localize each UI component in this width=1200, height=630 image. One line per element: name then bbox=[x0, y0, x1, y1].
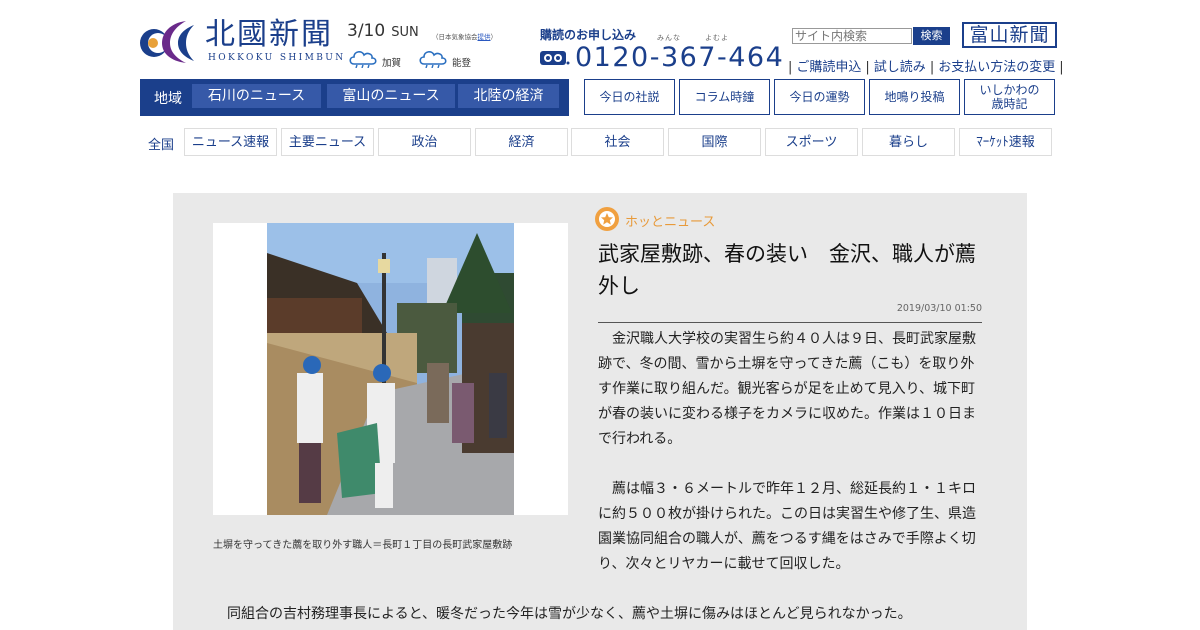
weather-source-link[interactable]: 提供 bbox=[478, 33, 491, 41]
editorial-link[interactable]: 今日の社説 bbox=[584, 79, 675, 115]
rain-cloud-icon bbox=[419, 51, 447, 68]
subscribe-link[interactable]: ご購読申込 bbox=[796, 60, 861, 75]
ishikawa-calendar-link[interactable]: いしかわの 歳時記 bbox=[964, 79, 1055, 115]
category-national[interactable]: 全国 bbox=[148, 134, 174, 153]
article-timestamp: 2019/03/10 01:50 bbox=[896, 303, 982, 314]
tab-toyama-news[interactable]: 富山のニュース bbox=[327, 84, 455, 108]
search-button[interactable]: 検索 bbox=[913, 27, 950, 45]
region-label: 地域 bbox=[154, 91, 182, 107]
star-badge-icon bbox=[595, 207, 619, 231]
weather-region-label: 能登 bbox=[452, 58, 472, 69]
payment-change-link[interactable]: お支払い方法の変更 bbox=[938, 60, 1055, 75]
utility-links: | ご購読申込 | 試し読み | お支払い方法の変更 | bbox=[788, 60, 1064, 75]
category-society[interactable]: 社会 bbox=[571, 128, 664, 156]
subscribe-heading: 購読のお申し込み bbox=[540, 28, 637, 42]
tab-ishikawa-news[interactable]: 石川のニュース bbox=[192, 84, 321, 108]
section-label[interactable]: ホッとニュース bbox=[625, 211, 715, 230]
horoscope-link[interactable]: 今日の運勢 bbox=[774, 79, 865, 115]
category-living[interactable]: 暮らし bbox=[862, 128, 955, 156]
article-body: 金沢職人大学校の実習生ら約４０人は９日、長町武家屋敷跡で、冬の間、雪から土塀を守… bbox=[598, 327, 984, 577]
logo-subtitle: HOKKOKU SHIMBUN bbox=[208, 53, 346, 63]
current-date: 3/10 SUN bbox=[347, 21, 419, 41]
hokkoku-logo-icon[interactable] bbox=[140, 17, 196, 65]
article-paragraph: 同組合の吉村務理事長によると、暖冬だった今年は雪が少なく、薦や土塀に傷みはほとん… bbox=[227, 606, 912, 622]
category-main-news[interactable]: 主要ニュース bbox=[281, 128, 374, 156]
article-paragraph: 金沢職人大学校の実習生ら約４０人は９日、長町武家屋敷跡で、冬の間、雪から土塀を守… bbox=[598, 331, 976, 447]
photo-caption: 土塀を守ってきた薦を取り外す職人＝長町１丁目の長町武家屋敷跡 bbox=[213, 540, 513, 551]
trial-read-link[interactable]: 試し読み bbox=[874, 60, 926, 75]
headline-divider bbox=[598, 322, 982, 323]
weather-source-note: （日本気象協会提供） bbox=[432, 31, 497, 41]
article-paragraph: 薦は幅３・６メートルで昨年１２月、総延長約１・１キロに約５００枚が掛けられた。こ… bbox=[598, 481, 976, 572]
weather-source-suffix: ） bbox=[490, 33, 498, 41]
weather-source-prefix: （日本気象協会 bbox=[432, 33, 478, 41]
site-search-input[interactable] bbox=[792, 28, 912, 44]
weather-noto[interactable]: 能登 bbox=[418, 48, 478, 69]
rain-cloud-icon bbox=[349, 51, 377, 68]
column-jisho-link[interactable]: コラム時鐘 bbox=[679, 79, 770, 115]
weekday: SUN bbox=[391, 25, 419, 40]
category-sports[interactable]: スポーツ bbox=[765, 128, 858, 156]
weather-kaga[interactable]: 加賀 bbox=[348, 48, 408, 69]
freedial-icon bbox=[540, 51, 570, 65]
reader-post-link[interactable]: 地鳴り投稿 bbox=[869, 79, 960, 115]
category-international[interactable]: 国際 bbox=[668, 128, 761, 156]
weather-region-label: 加賀 bbox=[382, 58, 402, 69]
region-nav: 地域 石川のニュース 富山のニュース 北陸の経済 bbox=[140, 79, 569, 116]
logo-title[interactable]: 北國新聞 bbox=[205, 18, 333, 52]
category-economy[interactable]: 経済 bbox=[475, 128, 568, 156]
article-photo[interactable] bbox=[267, 223, 514, 515]
category-market-news[interactable]: ﾏｰｹｯﾄ速報 bbox=[959, 128, 1052, 156]
date-value: 3/10 bbox=[347, 21, 386, 41]
tab-hokuriku-economy[interactable]: 北陸の経済 bbox=[458, 84, 559, 108]
subscribe-phone-number[interactable]: 0120-367-464 bbox=[575, 42, 784, 73]
category-politics[interactable]: 政治 bbox=[378, 128, 471, 156]
category-breaking-news[interactable]: ニュース速報 bbox=[184, 128, 277, 156]
article-headline: 武家屋敷跡、春の装い 金沢、職人が薦外し bbox=[598, 242, 976, 298]
toyama-shimbun-link[interactable]: 富山新聞 bbox=[962, 22, 1057, 48]
